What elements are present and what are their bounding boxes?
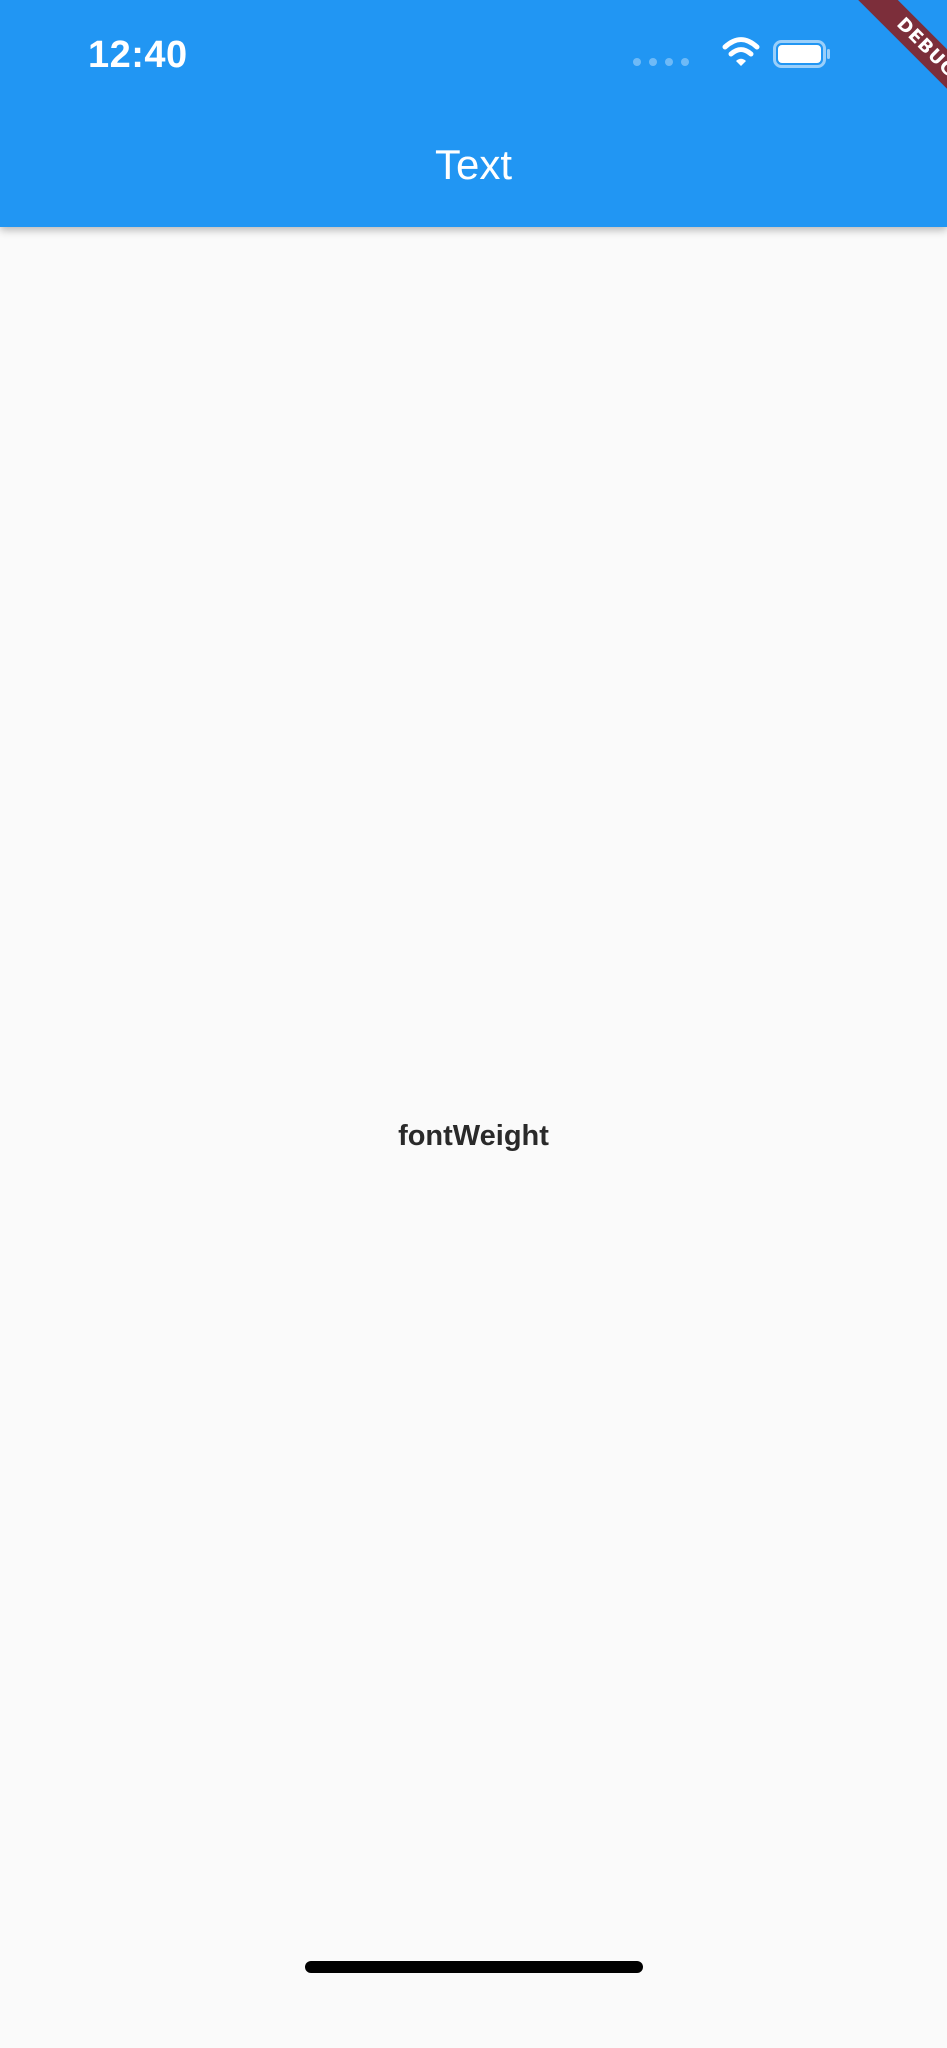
font-weight-text: fontWeight (398, 1120, 549, 1152)
debug-banner-label: DEBUG (848, 0, 947, 126)
signal-icon (633, 58, 697, 66)
home-indicator[interactable] (305, 1961, 643, 1973)
debug-banner: DEBUG (821, 0, 947, 126)
status-time: 12:40 (88, 34, 188, 76)
wifi-icon (722, 37, 760, 66)
app-bar: 12:40 Text (0, 0, 947, 227)
page-title: Text (434, 141, 513, 188)
